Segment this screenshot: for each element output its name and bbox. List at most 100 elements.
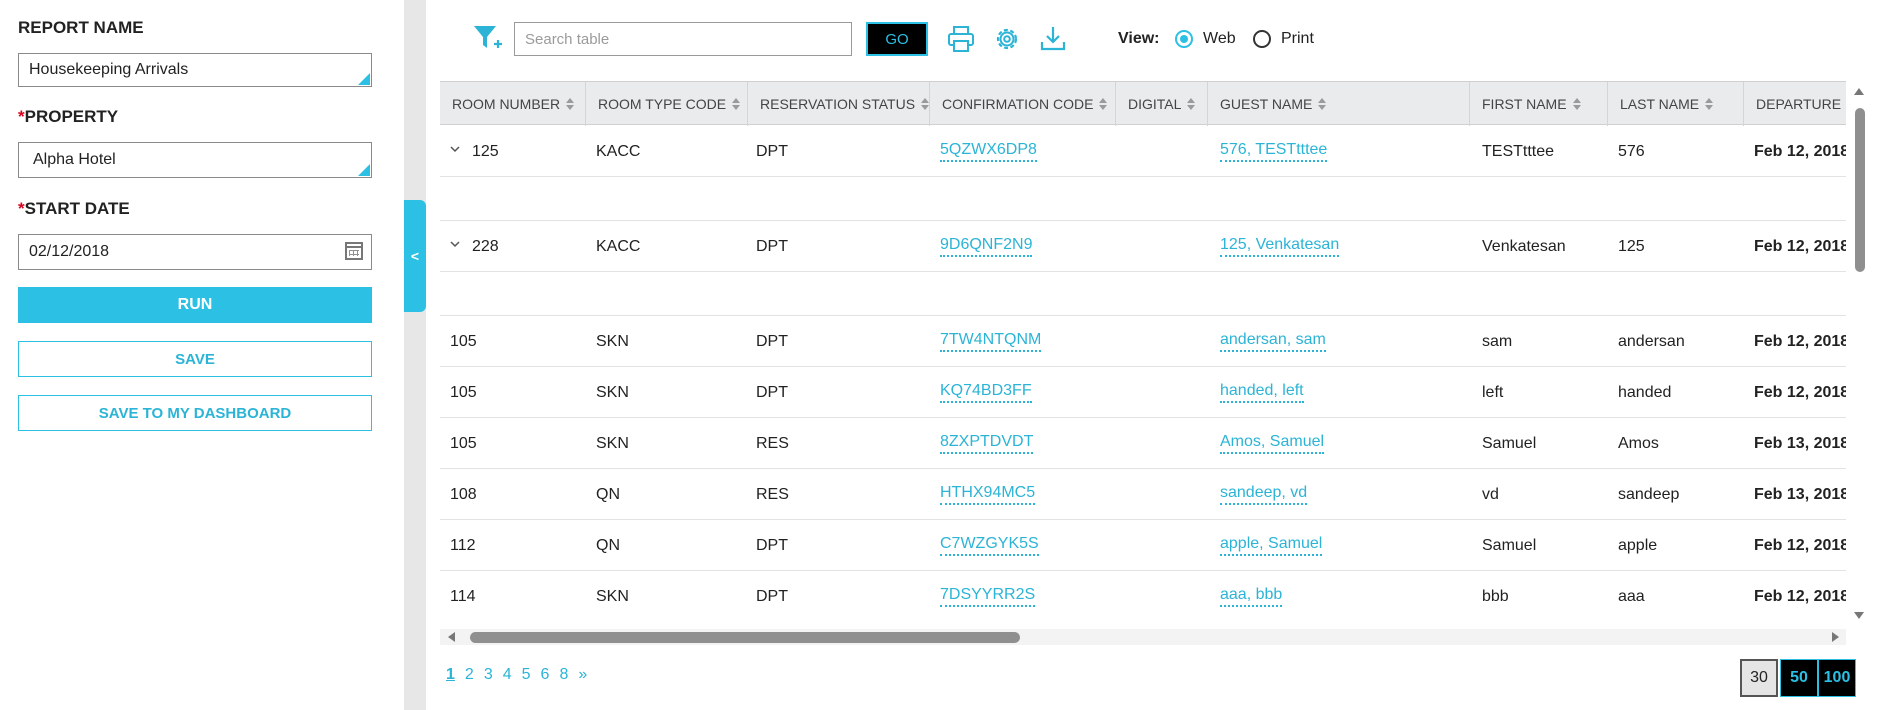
table-row[interactable]: 228 KACC DPT 9D6QNF2N9 125, Venkatesan V… bbox=[440, 221, 1846, 272]
scroll-down-arrow-icon[interactable] bbox=[1854, 612, 1864, 619]
cell-departure-date: Feb 13, 2018 bbox=[1754, 434, 1846, 452]
sort-icon[interactable] bbox=[732, 98, 741, 110]
scroll-up-arrow-icon[interactable] bbox=[1854, 88, 1864, 95]
sort-icon[interactable] bbox=[566, 98, 575, 110]
column-header-room-type[interactable]: ROOM TYPE CODE bbox=[586, 82, 748, 126]
cell-departure-date: Feb 12, 2018 bbox=[1754, 332, 1846, 350]
view-web-label[interactable]: Web bbox=[1203, 30, 1236, 48]
page-size-option[interactable]: 50 bbox=[1780, 659, 1818, 697]
column-header-label: GUEST NAME bbox=[1220, 96, 1313, 112]
cell-room-type: KACC bbox=[596, 142, 641, 160]
report-settings-panel: REPORT NAME Housekeeping Arrivals *PROPE… bbox=[0, 0, 404, 710]
guest-name-link[interactable]: aaa, bbb bbox=[1220, 586, 1283, 607]
column-header-room-number[interactable]: ROOM NUMBER bbox=[440, 82, 586, 126]
confirmation-code-link[interactable]: HTHX94MC5 bbox=[940, 484, 1036, 505]
property-select[interactable]: Alpha Hotel bbox=[18, 142, 372, 178]
search-input[interactable] bbox=[514, 22, 852, 56]
sort-icon[interactable] bbox=[1318, 98, 1327, 110]
table-row[interactable]: 105 SKN RES 8ZXPTDVDT Amos, Samuel Samue… bbox=[440, 418, 1846, 469]
page-link[interactable]: 3 bbox=[484, 666, 493, 684]
table-row[interactable]: 112 QN DPT C7WZGYK5S apple, Samuel Samue… bbox=[440, 520, 1846, 571]
table-row[interactable]: 125 KACC DPT 5QZWX6DP8 576, TESTtttee TE… bbox=[440, 126, 1846, 177]
column-header-last-name[interactable]: LAST NAME bbox=[1608, 82, 1744, 126]
pagination: 1 2 3 4 5 6 8 » bbox=[446, 666, 587, 684]
cell-last-name: apple bbox=[1618, 536, 1658, 554]
column-header-first-name[interactable]: FIRST NAME bbox=[1470, 82, 1608, 126]
cell-first-name: sam bbox=[1482, 332, 1513, 350]
cell-last-name: 576 bbox=[1618, 142, 1645, 160]
table-row[interactable]: 114 SKN DPT 7DSYYRR2S aaa, bbb bbb aaa F… bbox=[440, 571, 1846, 617]
go-button[interactable]: GO bbox=[866, 22, 928, 56]
next-pages-link[interactable]: » bbox=[578, 666, 587, 684]
table-row[interactable]: 105 SKN DPT KQ74BD3FF handed, left left … bbox=[440, 367, 1846, 418]
download-icon[interactable] bbox=[1038, 24, 1068, 54]
horizontal-scroll-thumb[interactable] bbox=[470, 632, 1020, 643]
confirmation-code-link[interactable]: 7TW4NTQNM bbox=[940, 331, 1042, 352]
guest-name-link[interactable]: handed, left bbox=[1220, 382, 1304, 403]
run-button[interactable]: RUN bbox=[18, 287, 372, 323]
page-link[interactable]: 6 bbox=[541, 666, 550, 684]
page-size-selector: 30 50 100 bbox=[1740, 659, 1856, 697]
page-link[interactable]: 1 bbox=[446, 666, 455, 684]
cell-first-name: left bbox=[1482, 383, 1504, 401]
table-row[interactable]: 108 QN RES HTHX94MC5 sandeep, vd vd sand… bbox=[440, 469, 1846, 520]
table-row[interactable]: 105 SKN DPT 7TW4NTQNM andersan, sam sam … bbox=[440, 316, 1846, 367]
column-header-confirmation-code[interactable]: CONFIRMATION CODE bbox=[930, 82, 1116, 126]
chevron-down-icon[interactable] bbox=[450, 144, 460, 154]
save-button[interactable]: SAVE bbox=[18, 341, 372, 377]
page-link[interactable]: 8 bbox=[559, 666, 568, 684]
page-link[interactable]: 5 bbox=[522, 666, 531, 684]
guest-name-link[interactable]: sandeep, vd bbox=[1220, 484, 1308, 505]
column-header-departure-date[interactable]: DEPARTURE DATE bbox=[1744, 82, 1846, 126]
sort-icon[interactable] bbox=[921, 98, 929, 110]
page-size-option[interactable]: 100 bbox=[1818, 659, 1856, 697]
cell-room-number: 228 bbox=[472, 237, 499, 255]
confirmation-code-link[interactable]: 9D6QNF2N9 bbox=[940, 236, 1033, 257]
save-to-dashboard-button[interactable]: SAVE TO MY DASHBOARD bbox=[18, 395, 372, 431]
print-icon[interactable] bbox=[946, 24, 976, 54]
confirmation-code-link[interactable]: 8ZXPTDVDT bbox=[940, 433, 1034, 454]
confirmation-code-link[interactable]: C7WZGYK5S bbox=[940, 535, 1039, 556]
view-print-label[interactable]: Print bbox=[1281, 30, 1314, 48]
horizontal-scrollbar[interactable] bbox=[440, 629, 1846, 645]
view-web-radio[interactable] bbox=[1175, 30, 1193, 48]
column-header-digital[interactable]: DIGITAL bbox=[1116, 82, 1208, 126]
filter-icon[interactable] bbox=[472, 22, 502, 54]
collapse-panel-button[interactable]: < bbox=[404, 200, 426, 312]
guest-name-link[interactable]: apple, Samuel bbox=[1220, 535, 1323, 556]
cell-room-type: SKN bbox=[596, 434, 629, 452]
start-date-field[interactable]: 02/12/2018 bbox=[18, 234, 372, 270]
vertical-scroll-thumb[interactable] bbox=[1855, 108, 1865, 272]
sort-icon[interactable] bbox=[1572, 98, 1581, 110]
sort-icon[interactable] bbox=[1705, 98, 1714, 110]
cell-room-type: KACC bbox=[596, 237, 641, 255]
page-size-option[interactable]: 30 bbox=[1740, 659, 1778, 697]
scroll-right-arrow-icon[interactable] bbox=[1832, 632, 1839, 642]
scroll-left-arrow-icon[interactable] bbox=[448, 632, 455, 642]
view-label: View: bbox=[1118, 30, 1160, 47]
sort-icon[interactable] bbox=[1187, 98, 1196, 110]
confirmation-code-link[interactable]: KQ74BD3FF bbox=[940, 382, 1032, 403]
column-header-label: ROOM NUMBER bbox=[452, 96, 561, 112]
calendar-icon[interactable] bbox=[345, 242, 363, 260]
cell-first-name: vd bbox=[1482, 485, 1499, 503]
guest-name-link[interactable]: Amos, Samuel bbox=[1220, 433, 1325, 454]
page-link[interactable]: 4 bbox=[503, 666, 512, 684]
confirmation-code-link[interactable]: 5QZWX6DP8 bbox=[940, 141, 1037, 162]
column-header-guest-name[interactable]: GUEST NAME bbox=[1208, 82, 1470, 126]
chevron-down-icon[interactable] bbox=[450, 239, 460, 249]
report-name-field[interactable]: Housekeeping Arrivals bbox=[18, 53, 372, 87]
vertical-scrollbar[interactable] bbox=[1852, 86, 1866, 626]
guest-name-link[interactable]: andersan, sam bbox=[1220, 331, 1326, 352]
guest-name-link[interactable]: 576, TESTtttee bbox=[1220, 141, 1328, 162]
guest-name-link[interactable]: 125, Venkatesan bbox=[1220, 236, 1340, 257]
gear-icon[interactable] bbox=[992, 24, 1022, 54]
view-print-radio[interactable] bbox=[1253, 30, 1271, 48]
column-header-reservation-status[interactable]: RESERVATION STATUS bbox=[748, 82, 930, 126]
cell-room-number: 105 bbox=[450, 434, 477, 452]
page-link[interactable]: 2 bbox=[465, 666, 474, 684]
confirmation-code-link[interactable]: 7DSYYRR2S bbox=[940, 586, 1036, 607]
cell-status: DPT bbox=[756, 383, 788, 401]
cell-last-name: sandeep bbox=[1618, 485, 1680, 503]
sort-icon[interactable] bbox=[1099, 98, 1108, 110]
